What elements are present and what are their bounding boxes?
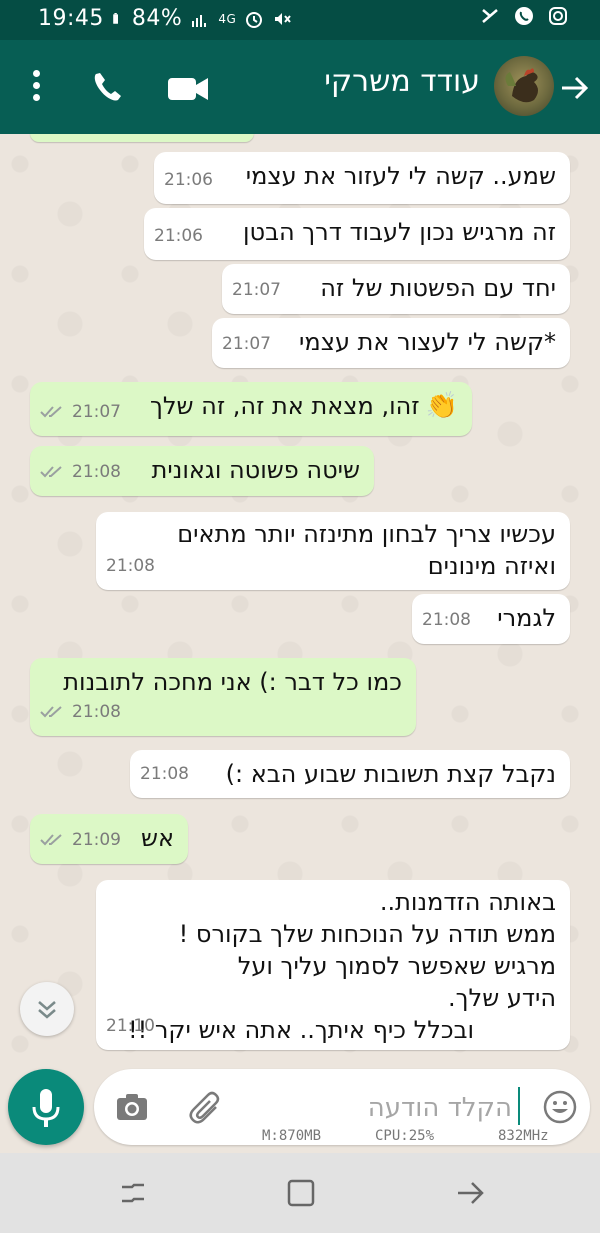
- battery-icon: [113, 12, 118, 24]
- message-time: 21:08: [72, 462, 121, 482]
- scroll-to-bottom-button[interactable]: [20, 982, 74, 1036]
- message-bubble[interactable]: יחד עם הפשטות של זה 21:07: [222, 264, 570, 314]
- menu-icon[interactable]: [24, 70, 48, 106]
- status-bar: 19:45 84% 4G: [0, 0, 600, 40]
- message-time: 21:07: [232, 280, 281, 300]
- double-check-icon: [40, 466, 62, 478]
- message-bubble[interactable]: אש 21:09: [30, 814, 188, 864]
- message-text: כמו כל דבר :) אני מחכה לתובנות: [63, 668, 402, 696]
- message-time: 21:08: [72, 702, 121, 722]
- message-bubble[interactable]: באותה הזדמנות.. ממש תודה על הנוכחות שלך …: [96, 880, 570, 1050]
- message-time: 21:08: [106, 556, 155, 576]
- avatar[interactable]: [494, 56, 554, 116]
- clapping-hands-emoji: 👏: [425, 391, 458, 421]
- attach-icon[interactable]: [186, 1087, 224, 1127]
- message-bubble[interactable]: לגמרי 21:08: [412, 594, 570, 644]
- message-time: 21:07: [222, 334, 271, 354]
- network-type: 4G: [218, 11, 237, 26]
- message-text: לגמרי: [497, 604, 556, 632]
- back-arrow-icon[interactable]: [558, 72, 590, 104]
- message-text: אש: [140, 824, 174, 852]
- whatsapp-icon: [515, 7, 533, 25]
- signal-icon: [192, 14, 207, 27]
- message-text-line: מרגיש שאפשר לסמוך עליך ועל: [237, 952, 556, 980]
- message-time: 21:06: [154, 226, 203, 246]
- message-bubble[interactable]: *קשה לי לעצור את עצמי 21:07: [212, 318, 570, 368]
- message-bubble[interactable]: שיטה פשוטה וגאונית 21:08: [30, 446, 374, 496]
- emoji-icon[interactable]: [542, 1089, 578, 1125]
- message-text-line: ממש תודה על הנוכחות שלך בקורס !: [178, 920, 556, 948]
- message-bubble[interactable]: זה מרגיש נכון לעבוד דרך הבטן 21:06: [144, 208, 570, 260]
- instagram-icon: [549, 7, 567, 25]
- debug-frequency: 832MHz: [498, 1128, 549, 1144]
- message-text: נקבל קצת תשובות שבוע הבא :): [225, 760, 556, 788]
- debug-cpu: CPU:25%: [375, 1128, 435, 1144]
- message-meta: 21:09: [40, 824, 121, 856]
- message-time: 21:10: [106, 1016, 155, 1036]
- message-bubble-partial: [30, 134, 254, 142]
- message-text-line: עכשיו צריך לבחון מתינזה יותר מתאים: [177, 520, 556, 548]
- input-bar: M:870MB CPU:25% 832MHz: [0, 1069, 600, 1153]
- message-text: שמע.. קשה לי לעזור את עצמי: [245, 162, 556, 190]
- message-input[interactable]: [280, 1089, 514, 1127]
- rooster-avatar-image: [505, 68, 538, 103]
- debug-memory: M:870MB: [262, 1128, 322, 1144]
- message-bubble[interactable]: שמע.. קשה לי לעזור את עצמי 21:06: [154, 152, 570, 204]
- message-text: *קשה לי לעצור את עצמי: [299, 328, 556, 356]
- home-icon[interactable]: [286, 1177, 316, 1209]
- chat-area[interactable]: שמע.. קשה לי לעזור את עצמי 21:06 זה מרגי…: [0, 134, 600, 1069]
- double-check-icon: [40, 406, 62, 418]
- status-time: 19:45: [38, 6, 104, 31]
- text-cursor: [518, 1087, 520, 1125]
- message-text: שיטה פשוטה וגאונית: [151, 456, 360, 484]
- message-time: 21:08: [422, 610, 471, 630]
- double-check-icon: [40, 706, 62, 718]
- back-icon[interactable]: [454, 1177, 486, 1209]
- message-meta: 21:08: [40, 696, 121, 728]
- phone-icon[interactable]: [88, 68, 128, 108]
- message-time: 21:07: [72, 402, 121, 422]
- alarm-icon: [246, 11, 263, 28]
- mute-icon: [275, 12, 292, 25]
- status-left: 19:45 84% 4G: [38, 6, 292, 31]
- mic-button[interactable]: [8, 1069, 84, 1145]
- message-meta: 21:08: [40, 456, 121, 488]
- message-text-line: באותה הזדמנות..: [379, 888, 556, 916]
- message-text-line: ובכלל כיף איתך.. אתה איש יקר !!: [128, 1016, 474, 1044]
- battery-percent: 84%: [131, 6, 183, 31]
- nfc-icon: [482, 9, 498, 23]
- recent-apps-icon[interactable]: [118, 1177, 148, 1209]
- message-text: זה מרגיש נכון לעבוד דרך הבטן: [243, 218, 556, 246]
- message-bubble[interactable]: עכשיו צריך לבחון מתינזה יותר מתאים ואיזה…: [96, 512, 570, 590]
- message-text: 👏 זהו, מצאת את זה, זה שלך: [150, 391, 458, 421]
- message-time: 21:08: [140, 764, 189, 784]
- message-bubble[interactable]: נקבל קצת תשובות שבוע הבא :) 21:08: [130, 750, 570, 798]
- camera-icon[interactable]: [114, 1089, 150, 1125]
- message-time: 21:09: [72, 830, 121, 850]
- navigation-bar: [0, 1153, 600, 1233]
- double-chevron-down-icon: [38, 1001, 56, 1019]
- status-right: [480, 6, 568, 26]
- message-bubble[interactable]: 👏 זהו, מצאת את זה, זה שלך 21:07: [30, 382, 472, 436]
- message-time: 21:06: [164, 170, 213, 190]
- message-text: יחד עם הפשטות של זה: [320, 274, 556, 302]
- message-text-line: ואיזה מינונים: [427, 552, 556, 580]
- message-bubble[interactable]: כמו כל דבר :) אני מחכה לתובנות 21:08: [30, 658, 416, 736]
- contact-name[interactable]: עודד משרקי: [324, 64, 480, 99]
- mic-icon: [32, 1089, 60, 1127]
- message-text-line: הידע שלך.: [448, 984, 556, 1012]
- chat-header: עודד משרקי: [0, 40, 600, 134]
- message-meta: 21:07: [40, 396, 121, 428]
- video-icon[interactable]: [166, 70, 210, 106]
- double-check-icon: [40, 834, 62, 846]
